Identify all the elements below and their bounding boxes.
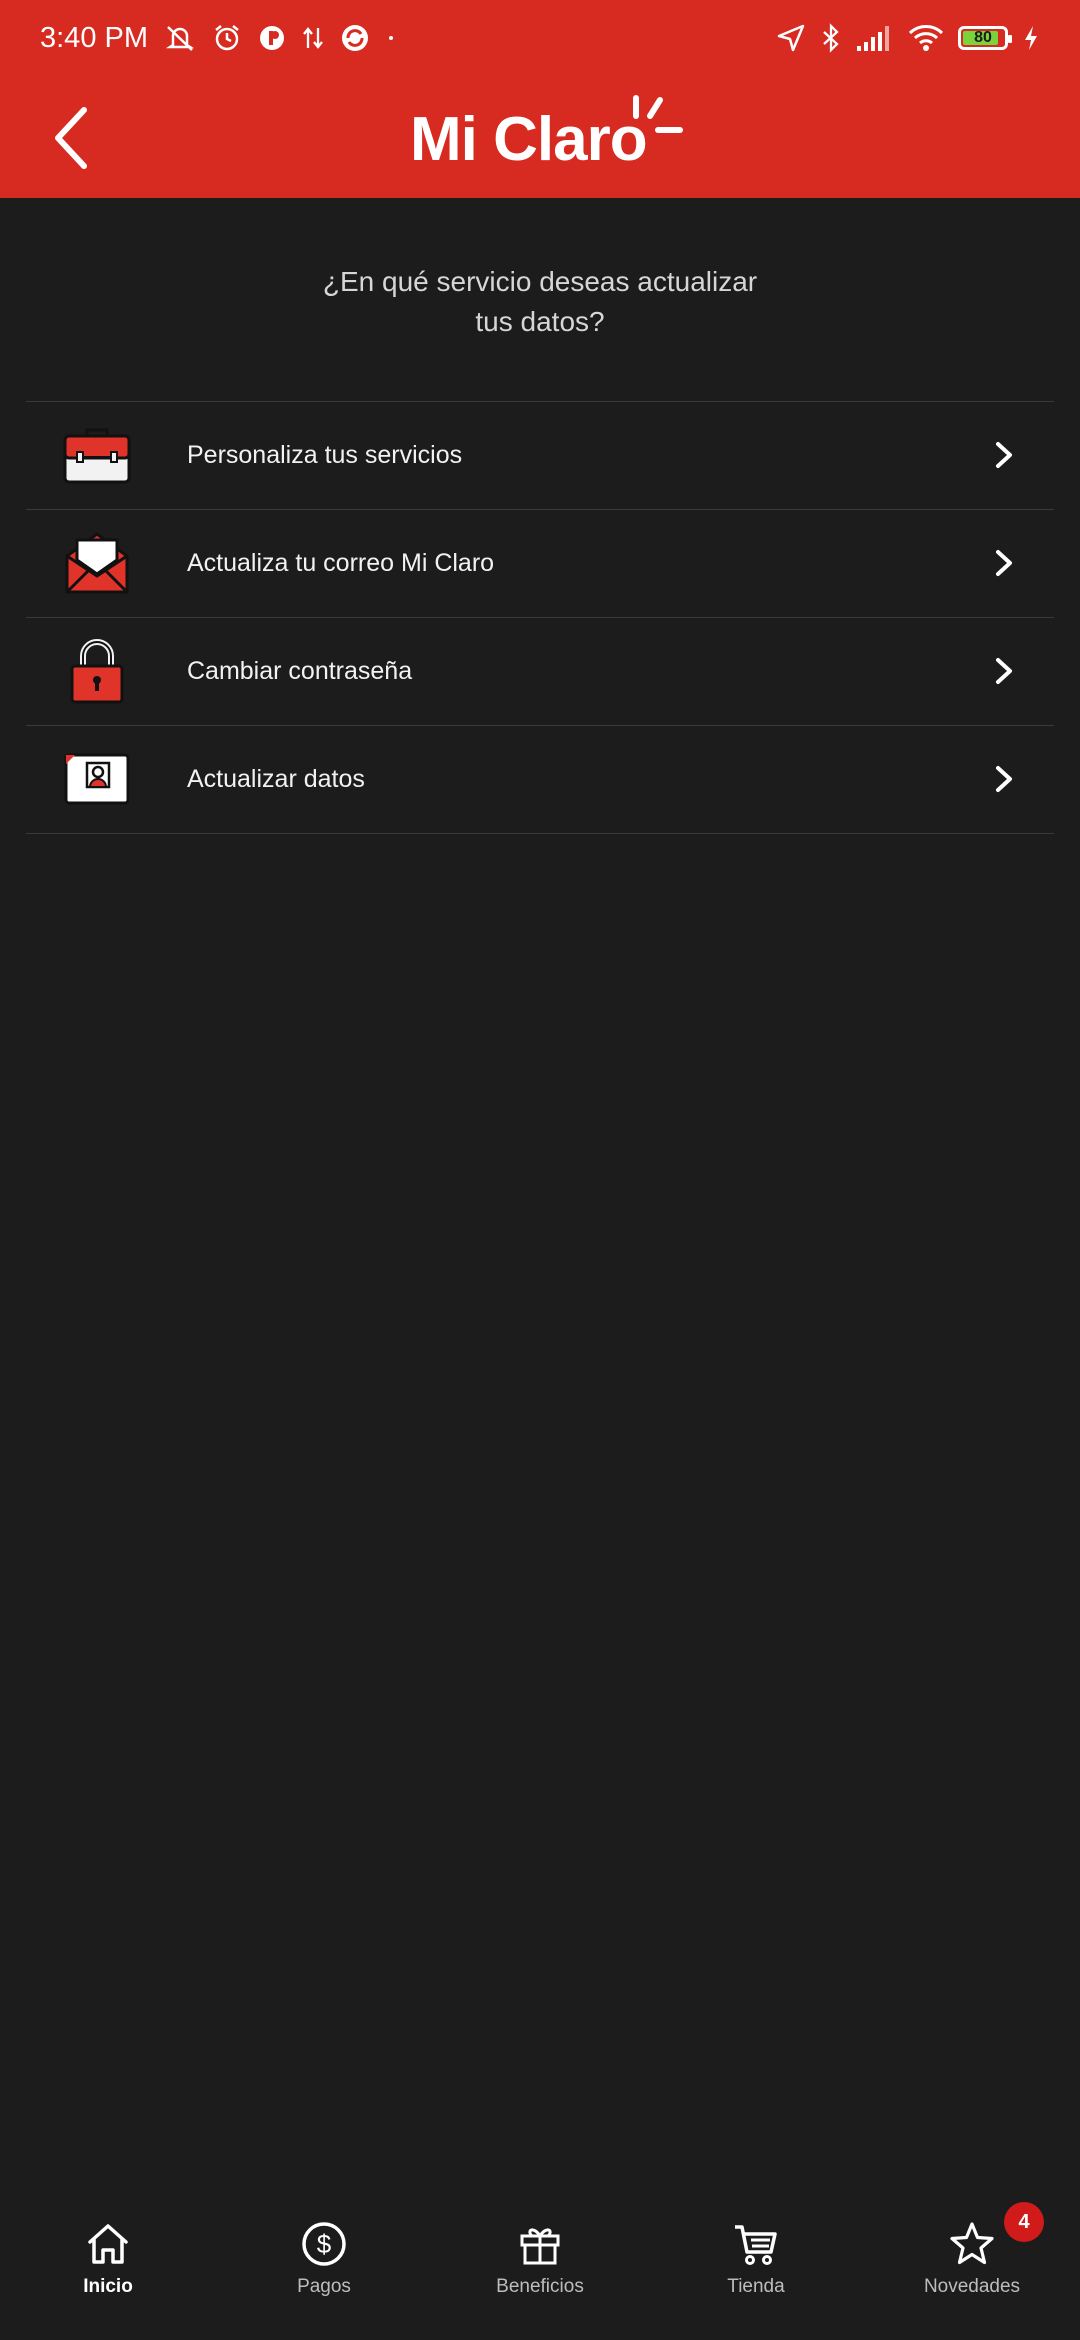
location-icon	[776, 23, 806, 53]
id-card-icon	[62, 746, 132, 812]
list-item-actualizar-datos[interactable]: Actualizar datos	[26, 726, 1054, 834]
chevron-right-icon	[996, 550, 1012, 576]
list-item-label: Personaliza tus servicios	[187, 441, 463, 469]
sync-icon	[340, 23, 370, 53]
list-item-label: Actualiza tu correo Mi Claro	[187, 549, 495, 577]
list-item-personaliza[interactable]: Personaliza tus servicios	[26, 402, 1054, 510]
battery-level: 80	[974, 29, 992, 46]
nav-label-novedades: Novedades	[923, 2276, 1021, 2297]
bottom-navigation: Inicio $ Pagos Beneficios Tienda Novedad…	[0, 2192, 1080, 2340]
app-header-bar: 3:40 PM 80 Mi Claro	[0, 0, 1080, 198]
signal-icon	[856, 24, 894, 52]
logo-text: Mi Claro	[410, 104, 648, 174]
question-line-2: tus datos?	[475, 306, 605, 337]
svg-text:$: $	[317, 2229, 332, 2259]
back-button[interactable]	[30, 98, 110, 178]
data-arrows-icon	[302, 24, 324, 52]
alarm-icon	[212, 23, 242, 53]
nav-label-tienda: Tienda	[727, 2276, 785, 2297]
charging-icon	[1022, 24, 1040, 52]
battery-icon: 80	[958, 26, 1012, 50]
chevron-right-icon	[996, 766, 1012, 792]
star-icon	[950, 2222, 994, 2265]
bluetooth-icon	[820, 23, 842, 53]
question-line-1: ¿En qué servicio deseas actualizar	[322, 266, 758, 297]
status-bar: 3:40 PM 80	[0, 0, 1080, 76]
nav-label-beneficios: Beneficios	[496, 2276, 584, 2297]
header: Mi Claro	[0, 76, 1080, 198]
list-item-label: Actualizar datos	[187, 765, 365, 793]
briefcase-icon	[62, 422, 132, 488]
nav-item-pagos[interactable]: $ Pagos	[216, 2192, 432, 2340]
cart-icon	[735, 2225, 777, 2265]
nav-item-tienda[interactable]: Tienda	[648, 2192, 864, 2340]
list-item-label: Cambiar contraseña	[187, 657, 413, 685]
home-icon	[88, 2224, 128, 2264]
list-item-correo[interactable]: Actualiza tu correo Mi Claro	[26, 510, 1054, 618]
chevron-left-icon	[55, 107, 87, 169]
mute-icon	[164, 23, 196, 53]
wifi-icon	[908, 24, 944, 52]
gift-icon	[520, 2228, 560, 2265]
list-item-contrasena[interactable]: Cambiar contraseña	[26, 618, 1054, 726]
page-question: ¿En qué servicio deseas actualizar tus d…	[0, 262, 1080, 342]
nav-label-pagos: Pagos	[297, 2276, 351, 2297]
status-left: 3:40 PM	[40, 22, 396, 55]
app-icon	[258, 24, 286, 52]
nav-label-inicio: Inicio	[83, 2276, 133, 2297]
status-time: 3:40 PM	[40, 21, 148, 54]
chevron-right-icon	[996, 442, 1012, 468]
dollar-icon: $	[302, 2222, 346, 2266]
mi-claro-logo: Mi Claro	[410, 94, 683, 184]
padlock-icon	[62, 638, 132, 704]
notification-badge: 4	[1004, 2202, 1044, 2242]
nav-item-inicio[interactable]: Inicio	[0, 2192, 216, 2340]
claro-rays-icon	[633, 95, 683, 133]
chevron-right-icon	[996, 658, 1012, 684]
envelope-icon	[62, 530, 132, 596]
status-right: 80	[776, 23, 1040, 53]
nav-item-novedades[interactable]: Novedades 4	[864, 2192, 1080, 2340]
nav-item-beneficios[interactable]: Beneficios	[432, 2192, 648, 2340]
options-list: Personaliza tus servicios Actualiza tu c…	[26, 401, 1054, 834]
dot-icon	[386, 33, 396, 43]
